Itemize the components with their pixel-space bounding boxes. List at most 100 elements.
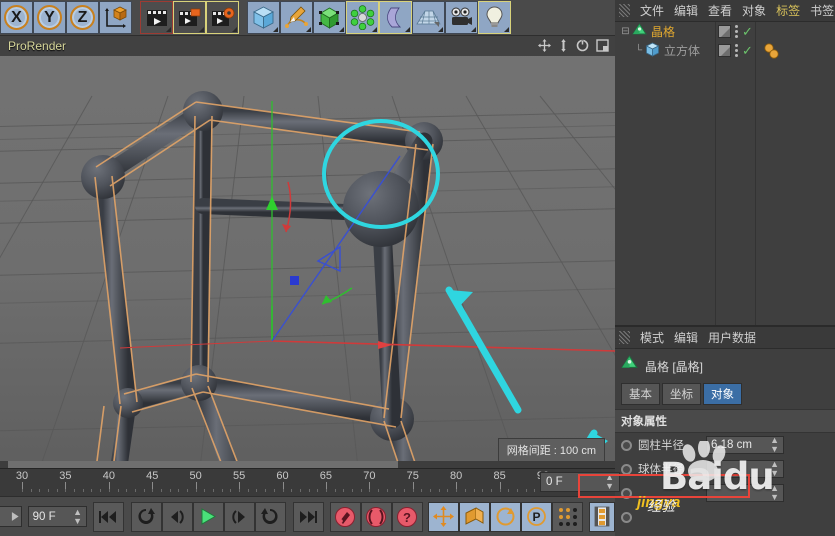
tab-object[interactable]: 对象 bbox=[703, 383, 742, 405]
enabled-check-icon[interactable]: ✓ bbox=[742, 25, 753, 38]
tab-basic[interactable]: 基本 bbox=[621, 383, 660, 405]
object-row-lattice[interactable]: ⊟ 晶格 ✓ bbox=[615, 22, 835, 41]
timeline-minor-tick bbox=[343, 489, 345, 492]
enabled-check-icon[interactable]: ✓ bbox=[742, 44, 753, 57]
camera-icon[interactable] bbox=[445, 1, 478, 34]
go-to-end-button[interactable] bbox=[292, 501, 324, 532]
tab-coordinates[interactable]: 坐标 bbox=[662, 383, 701, 405]
go-to-start-button[interactable] bbox=[92, 501, 124, 532]
timeline-minor-tick bbox=[464, 489, 466, 492]
attr-menu-userdata[interactable]: 用户数据 bbox=[708, 329, 756, 346]
step-back-button[interactable] bbox=[161, 501, 193, 532]
cylinder-radius-field[interactable]: 6.18 cm ▲ ▼ bbox=[706, 436, 784, 454]
spline-pen-icon[interactable] bbox=[280, 1, 313, 34]
timeline-minor-tick bbox=[230, 489, 232, 492]
previous-keyframe-button[interactable] bbox=[130, 501, 162, 532]
floor-scene-icon[interactable] bbox=[412, 1, 445, 34]
record-parameter-icon[interactable]: P bbox=[521, 501, 553, 532]
timeline-minor-tick bbox=[325, 489, 327, 492]
rotate-view-icon[interactable] bbox=[576, 39, 589, 52]
record-scale-icon[interactable] bbox=[459, 501, 491, 532]
timeline-minor-tick bbox=[291, 489, 293, 492]
object-manager-grip-icon[interactable] bbox=[619, 4, 630, 17]
timeline-minor-tick bbox=[265, 489, 267, 492]
step-forward-button[interactable] bbox=[223, 501, 255, 532]
cylinder-radius-spinner[interactable]: ▲ ▼ bbox=[770, 436, 779, 454]
point-level-animation-icon[interactable] bbox=[552, 501, 584, 532]
object-menu-object[interactable]: 对象 bbox=[742, 2, 766, 19]
viewport-nav-icons bbox=[538, 39, 609, 52]
keyframe-selection-button[interactable]: ? bbox=[391, 501, 423, 532]
attr-menu-mode[interactable]: 模式 bbox=[640, 329, 664, 346]
open-timeline-button[interactable] bbox=[589, 501, 615, 532]
material-tag-icon[interactable] bbox=[763, 42, 779, 59]
nurbs-generator-icon[interactable] bbox=[313, 1, 346, 34]
end-frame-spinner[interactable]: ▲ ▼ bbox=[73, 507, 82, 526]
single-element-animation-dot[interactable] bbox=[621, 511, 632, 523]
object-manager[interactable]: ⊟ 晶格 ✓ └ 立方体 ✓ bbox=[615, 22, 835, 327]
next-keyframe-button[interactable] bbox=[254, 501, 286, 532]
render-view-icon[interactable] bbox=[140, 1, 173, 34]
timeline-minor-tick bbox=[65, 489, 67, 492]
record-keyframe-button[interactable] bbox=[329, 501, 361, 532]
attribute-manager-grip-icon[interactable] bbox=[619, 331, 630, 344]
sphere-radius-animation-dot[interactable] bbox=[621, 463, 632, 475]
sphere-radius-field[interactable]: ▲ ▼ bbox=[706, 460, 784, 478]
object-menu-tag[interactable]: 标签 bbox=[776, 2, 800, 19]
timeline-minor-tick bbox=[351, 489, 353, 492]
cube-primitive-icon[interactable] bbox=[247, 1, 280, 34]
expand-toggle-icon[interactable]: ⊟ bbox=[619, 26, 632, 37]
visibility-dot-icon[interactable] bbox=[718, 44, 731, 57]
start-frame-field[interactable]: 0 F bbox=[0, 506, 22, 527]
light-icon[interactable] bbox=[478, 1, 511, 34]
object-row-cube-label: 立方体 bbox=[664, 44, 701, 58]
timeline-minor-tick bbox=[117, 489, 119, 492]
end-frame-field[interactable]: 90 F ▲ ▼ bbox=[27, 506, 88, 527]
object-manager-menubar: 文件 编辑 查看 对象 标签 书签 bbox=[615, 0, 835, 22]
subdivision-animation-dot[interactable] bbox=[621, 487, 632, 499]
timeline-minor-tick bbox=[386, 489, 388, 492]
viewport-prorender[interactable]: ProRender 网格间距: 100 cm bbox=[0, 36, 615, 468]
bend-deformer-icon[interactable] bbox=[379, 1, 412, 34]
current-frame-field[interactable]: 0 F ▲ ▼ bbox=[540, 472, 620, 492]
viewport-horizontal-scrollbar[interactable] bbox=[0, 461, 615, 468]
enable-dots-icon[interactable] bbox=[735, 44, 738, 57]
timeline-minor-tick bbox=[438, 489, 440, 492]
subdivision-spinner[interactable]: ▲ ▼ bbox=[770, 484, 779, 502]
enable-dots-icon[interactable] bbox=[735, 25, 738, 38]
pan-view-icon[interactable] bbox=[538, 39, 551, 52]
timeline-minor-tick bbox=[508, 489, 510, 492]
axis-lock-y-label: Y bbox=[37, 5, 62, 30]
play-button[interactable] bbox=[192, 501, 224, 532]
render-group bbox=[140, 1, 239, 35]
autokeying-button[interactable] bbox=[360, 501, 392, 532]
record-position-icon[interactable] bbox=[428, 501, 460, 532]
dolly-view-icon[interactable] bbox=[558, 39, 569, 52]
timeline-minor-tick bbox=[273, 489, 275, 492]
timeline-minor-tick bbox=[473, 489, 475, 492]
axis-lock-x[interactable]: X bbox=[0, 1, 33, 34]
visibility-dot-icon[interactable] bbox=[718, 25, 731, 38]
axis-lock-z[interactable]: Z bbox=[66, 1, 99, 34]
world-object-coordinate-icon[interactable] bbox=[99, 1, 132, 34]
current-frame-spinner[interactable]: ▲ ▼ bbox=[605, 473, 614, 491]
subdivision-field[interactable]: ▲ ▼ bbox=[706, 484, 784, 502]
timeline-minor-tick bbox=[152, 489, 154, 492]
axis-lock-y[interactable]: Y bbox=[33, 1, 66, 34]
record-rotation-icon[interactable] bbox=[490, 501, 522, 532]
render-settings-icon[interactable] bbox=[206, 1, 239, 34]
object-row-cube[interactable]: └ 立方体 ✓ bbox=[615, 41, 835, 60]
timeline-ruler-bar[interactable]: 30354045505560657075808590 bbox=[0, 468, 615, 496]
object-menu-file[interactable]: 文件 bbox=[640, 2, 664, 19]
timeline-ruler[interactable]: 30354045505560657075808590 bbox=[0, 469, 615, 495]
object-menu-view[interactable]: 查看 bbox=[708, 2, 732, 19]
maximize-view-icon[interactable] bbox=[596, 39, 609, 52]
object-menu-edit[interactable]: 编辑 bbox=[674, 2, 698, 19]
object-menu-bookmark[interactable]: 书签 bbox=[810, 2, 834, 19]
cylinder-radius-animation-dot[interactable] bbox=[621, 439, 632, 451]
sphere-radius-spinner[interactable]: ▲ ▼ bbox=[770, 460, 779, 478]
array-deformer-icon[interactable] bbox=[346, 1, 379, 34]
timeline-minor-tick bbox=[516, 489, 518, 492]
render-to-picture-viewer-icon[interactable] bbox=[173, 1, 206, 34]
attr-menu-edit[interactable]: 编辑 bbox=[674, 329, 698, 346]
